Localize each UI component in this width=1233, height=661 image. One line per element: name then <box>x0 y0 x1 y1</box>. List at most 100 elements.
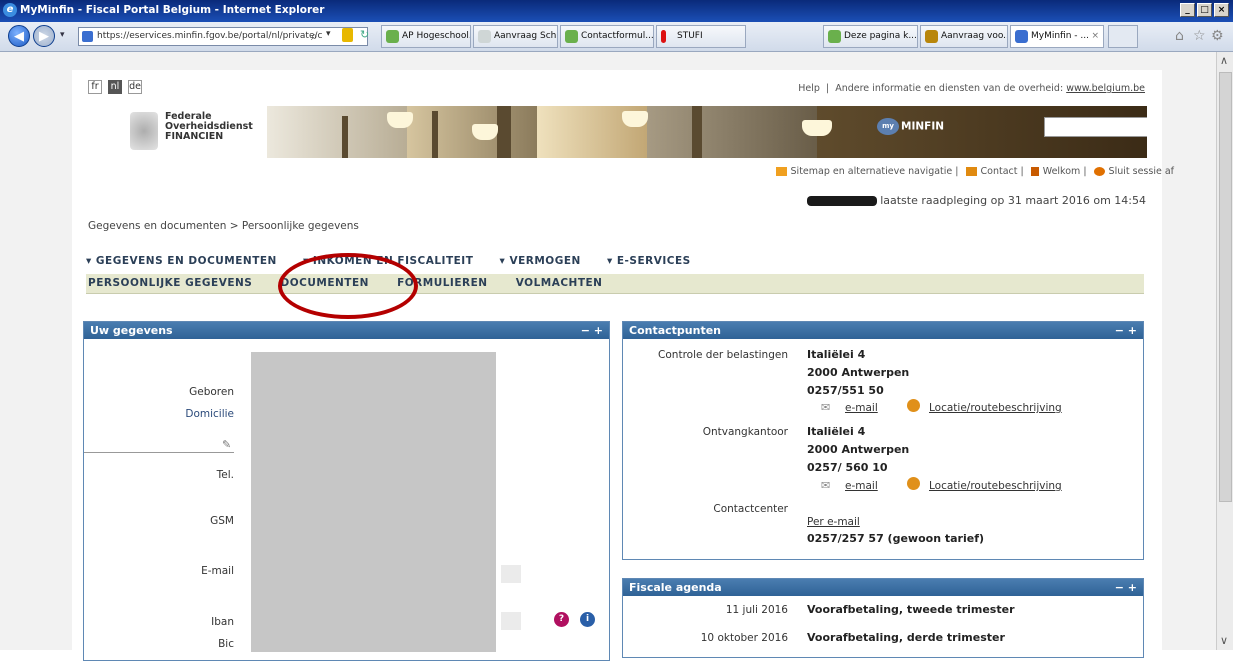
search-input[interactable]: ⚲ <box>1044 117 1147 137</box>
email-contact-link[interactable]: Per e-mail <box>807 516 860 528</box>
field-iban: Iban <box>211 616 234 628</box>
location-pin-icon <box>907 399 920 412</box>
logo-area: Federale Overheidsdienst FINANCIEN <box>102 106 267 158</box>
favorites-star-icon[interactable]: ☆ <box>1193 28 1206 44</box>
last-visit: laatste raadpleging op 31 maart 2016 om … <box>807 194 1146 207</box>
tab-3[interactable]: Contactformul... <box>560 25 654 48</box>
tab-favicon-icon <box>1015 30 1028 43</box>
vertical-scrollbar[interactable]: ∧ ∨ <box>1216 52 1233 650</box>
tab-active[interactable]: MyMinfin - ... × <box>1010 25 1104 48</box>
sitemap-link[interactable]: Sitemap en alternatieve navigatie <box>791 166 953 177</box>
banner-column <box>432 111 438 158</box>
belgian-seal-icon <box>130 112 158 150</box>
banner-lamp <box>472 124 498 140</box>
refresh-icon[interactable]: ↻ <box>360 28 369 41</box>
email-link[interactable]: e-mail <box>845 480 878 492</box>
route-link[interactable]: Locatie/routebeschrijving <box>929 480 1062 492</box>
sitemap-icon <box>775 167 787 176</box>
highlight-circle <box>278 253 418 319</box>
utility-links: Sitemap en alternatieve navigatie | Cont… <box>772 166 1174 177</box>
page: fr nl de Help | Andere informatie en die… <box>72 70 1174 661</box>
top-links: Help | Andere informatie en diensten van… <box>798 83 1145 94</box>
panel-controls[interactable]: − + <box>581 322 603 339</box>
panel-header: Fiscale agenda − + <box>623 579 1143 596</box>
field-gsm: GSM <box>210 515 234 527</box>
banner-lamp <box>387 112 413 128</box>
scrollbar-thumb[interactable] <box>1219 72 1232 502</box>
tab-6[interactable]: Aanvraag voo... <box>920 25 1008 48</box>
email-link[interactable]: e-mail <box>845 402 878 414</box>
belgium-link[interactable]: www.belgium.be <box>1066 83 1145 94</box>
scroll-up-icon[interactable]: ∧ <box>1220 54 1228 67</box>
route-link[interactable]: Locatie/routebeschrijving <box>929 402 1062 414</box>
minimize-button[interactable]: _ <box>1180 3 1195 17</box>
panel-title: Fiscale agenda <box>629 581 722 594</box>
contact-phone: 0257/257 57 (gewoon tarief) <box>807 532 985 545</box>
contact-street: Italiëlei 4 <box>807 348 866 361</box>
tab-favicon-icon <box>828 30 841 43</box>
home-icon[interactable]: ⌂ <box>1175 28 1184 44</box>
logout-link[interactable]: Sluit sessie af <box>1109 166 1174 177</box>
tab-2[interactable]: Aanvraag Sch... <box>473 25 558 48</box>
email-action-box[interactable] <box>501 565 521 583</box>
maximize-button[interactable]: □ <box>1197 3 1212 17</box>
search-icon[interactable]: ⌕ <box>311 29 318 44</box>
redacted-name <box>807 196 878 206</box>
panel-contactpunten: Contactpunten − + Controle der belasting… <box>622 321 1144 560</box>
tab-label: MyMinfin - ... <box>1031 31 1089 41</box>
menu-gegevens[interactable]: ▾ GEGEVENS EN DOCUMENTEN <box>86 255 277 267</box>
contact-city: 2000 Antwerpen <box>807 366 910 379</box>
back-icon[interactable]: ◀ <box>8 25 30 47</box>
banner-photo <box>647 106 817 158</box>
iban-action-box[interactable] <box>501 612 521 630</box>
lang-de[interactable]: de <box>128 80 142 94</box>
address-dropdown-icon[interactable]: ▾ <box>326 29 331 39</box>
breadcrumb[interactable]: Gegevens en documenten > Persoonlijke ge… <box>88 220 359 232</box>
panel-controls[interactable]: − + <box>1115 579 1137 596</box>
history-dropdown-icon[interactable]: ▾ <box>60 30 65 40</box>
contact-link[interactable]: Contact <box>981 166 1018 177</box>
lang-nl[interactable]: nl <box>108 80 122 94</box>
contact-street: Italiëlei 4 <box>807 425 866 438</box>
submenu-volmachten[interactable]: VOLMACHTEN <box>516 277 603 289</box>
address-text: https://eservices.minfin.fgov.be/portal/… <box>97 31 323 41</box>
scroll-down-icon[interactable]: ∨ <box>1220 634 1228 647</box>
panel-controls[interactable]: − + <box>1115 322 1137 339</box>
panel-title: Contactpunten <box>629 324 722 337</box>
contact-label: Ontvangkantoor <box>702 426 788 438</box>
site-favicon-icon <box>82 31 93 42</box>
forward-icon[interactable]: ▶ <box>33 25 55 47</box>
help-badge-icon[interactable]: ? <box>554 612 569 627</box>
window-titlebar: e MyMinfin - Fiscal Portal Belgium - Int… <box>0 0 1233 22</box>
submenu-persoonlijke[interactable]: PERSOONLIJKE GEGEVENS <box>88 277 252 289</box>
edit-pencil-icon[interactable]: ✎ <box>222 438 231 451</box>
envelope-icon <box>965 167 977 176</box>
help-link[interactable]: Help <box>798 83 820 94</box>
lock-icon[interactable] <box>342 28 353 42</box>
close-tab-icon[interactable]: × <box>1091 26 1099 47</box>
tab-favicon-icon <box>565 30 578 43</box>
contact-phone: 0257/ 560 10 <box>807 461 888 474</box>
info-icon[interactable]: i <box>580 612 595 627</box>
minfin-logo: my MINFIN <box>877 118 944 135</box>
tab-label: Aanvraag Sch... <box>494 31 558 41</box>
welcome-link[interactable]: Welkom <box>1043 166 1081 177</box>
sub-menu: PERSOONLIJKE GEGEVENS DOCUMENTEN FORMULI… <box>86 274 1144 294</box>
menu-vermogen[interactable]: ▾ VERMOGEN <box>500 255 581 267</box>
banner-column <box>342 116 348 158</box>
menu-eservices[interactable]: ▾ E-SERVICES <box>607 255 691 267</box>
banner-photo <box>267 106 407 158</box>
tab-1[interactable]: AP Hogeschool... <box>381 25 471 48</box>
tab-4[interactable]: STUFI <box>656 25 746 48</box>
address-bar[interactable]: https://eservices.minfin.fgov.be/portal/… <box>78 27 368 46</box>
ie-icon: e <box>3 3 17 17</box>
lang-fr[interactable]: fr <box>88 80 102 94</box>
other-info-text: Andere informatie en diensten van de ove… <box>835 83 1064 94</box>
new-tab-button[interactable] <box>1108 25 1138 48</box>
browser-toolbar: ◀ ▶ ▾ https://eservices.minfin.fgov.be/p… <box>0 22 1233 52</box>
mail-icon: ✉ <box>821 401 831 414</box>
tab-5[interactable]: Deze pagina k... <box>823 25 918 48</box>
close-button[interactable]: × <box>1214 3 1229 17</box>
agenda-item: Voorafbetaling, derde trimester <box>807 631 1005 644</box>
gear-icon[interactable]: ⚙ <box>1211 28 1224 44</box>
